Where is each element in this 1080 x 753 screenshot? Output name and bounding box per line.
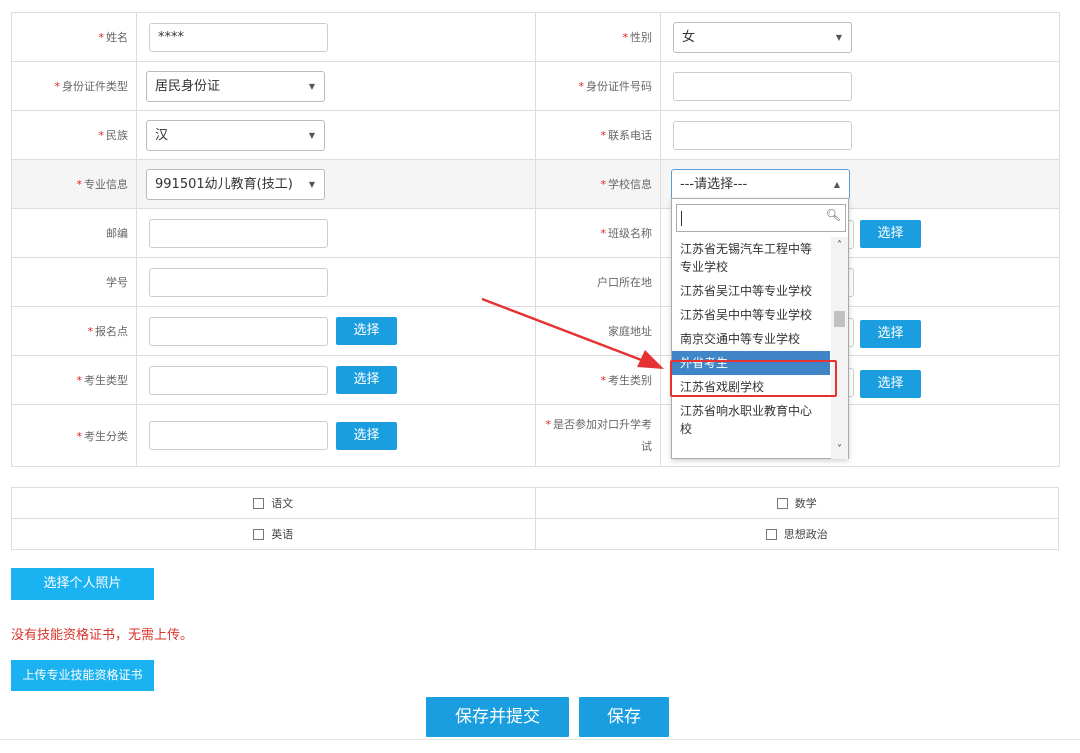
exam-type-select-button[interactable]: 选择 (336, 366, 397, 394)
subject-politics[interactable]: 思想政治 (534, 518, 1059, 550)
gender-select[interactable]: 女 ▼ (673, 21, 852, 53)
id-type-label: * 身份证件类型 (11, 61, 137, 111)
save-button[interactable]: 保存 (579, 697, 669, 737)
dropdown-scrollbar[interactable]: ˄ ˅ (831, 237, 848, 459)
major-select[interactable]: 991501幼儿教育(技工) ▼ (146, 168, 325, 200)
text-cursor (681, 211, 682, 226)
divider (0, 739, 1080, 740)
name-label: * 姓名 (11, 12, 137, 62)
search-icon: 🔍︎ (825, 208, 841, 222)
exam-type-label: * 考生类型 (11, 355, 137, 405)
postcode-input[interactable] (149, 218, 328, 248)
id-number-input[interactable] (673, 71, 852, 101)
school-option[interactable]: 江苏省吴江中等专业学校 (672, 279, 830, 303)
caret-down-icon: ▼ (308, 81, 315, 91)
checkbox-icon[interactable] (776, 498, 788, 509)
id-number-label: * 身份证件号码 (535, 61, 661, 111)
home-address-label: 家庭地址 (535, 306, 661, 356)
checkbox-icon[interactable] (253, 498, 265, 509)
caret-down-icon: ▼ (835, 32, 842, 42)
exam-category-label: * 考生类别 (535, 355, 661, 405)
school-options-list: 江苏省无锡汽车工程中等专业学校 江苏省吴江中等专业学校 江苏省吴中中等专业学校 … (672, 237, 830, 459)
hukou-label: 户口所在地 (535, 257, 661, 307)
select-photo-button[interactable]: 选择个人照片 (11, 568, 154, 600)
subjects-table: 语文 数学 英语 思想政治 (11, 487, 1059, 550)
signup-point-label: * 报名点 (11, 306, 137, 356)
exam-class-label: * 考生分类 (11, 404, 137, 467)
exam-class-input[interactable] (149, 421, 328, 450)
class-label: * 班级名称 (535, 208, 661, 258)
school-dropdown: 🔍︎ 江苏省无锡汽车工程中等专业学校 江苏省吴江中等专业学校 江苏省吴中中等专业… (671, 198, 849, 459)
signup-point-input[interactable] (149, 316, 328, 346)
school-select[interactable]: ---请选择--- ▲ (671, 168, 850, 200)
id-type-select[interactable]: 居民身份证 ▼ (146, 70, 325, 102)
exam-type-input[interactable] (149, 365, 328, 395)
school-option[interactable]: 江苏省无锡汽车工程中等专业学校 (672, 237, 830, 279)
exam-class-select-button[interactable]: 选择 (336, 421, 397, 450)
scrollbar-thumb[interactable] (834, 311, 845, 327)
checkbox-icon[interactable] (253, 529, 265, 540)
highlight-box (670, 360, 837, 397)
dui-kou-label: * 是否参加对口升学考试 (535, 404, 661, 467)
school-option[interactable]: 江苏省吴中中等专业学校 (672, 303, 830, 327)
gender-label: * 性别 (535, 12, 661, 62)
scroll-up-icon[interactable]: ˄ (831, 239, 848, 253)
checkbox-icon[interactable] (765, 529, 777, 540)
subject-chinese[interactable]: 语文 (11, 487, 536, 519)
subject-math[interactable]: 数学 (534, 487, 1059, 519)
ethnicity-label: * 民族 (11, 110, 137, 160)
school-label: * 学校信息 (535, 159, 661, 209)
student-no-label: 学号 (11, 257, 137, 307)
major-label: * 专业信息 (11, 159, 137, 209)
school-option[interactable]: 南京交通中等专业学校 (672, 327, 830, 351)
ethnicity-select[interactable]: 汉 ▼ (146, 119, 325, 151)
home-address-select-button[interactable]: 选择 (860, 320, 921, 348)
subject-english[interactable]: 英语 (11, 518, 536, 550)
caret-up-icon: ▲ (833, 179, 840, 189)
student-no-input[interactable] (149, 267, 328, 297)
caret-down-icon: ▼ (308, 130, 315, 140)
caret-down-icon: ▼ (308, 179, 315, 189)
save-and-submit-button[interactable]: 保存并提交 (426, 697, 569, 737)
school-search-input[interactable]: 🔍︎ (676, 204, 846, 232)
exam-category-select-button[interactable]: 选择 (860, 370, 921, 398)
phone-input[interactable] (673, 120, 852, 150)
school-option[interactable]: 江苏省响水职业教育中心校 (672, 399, 830, 441)
notice-text: 没有技能资格证书，无需上传。 (11, 628, 194, 643)
phone-label: * 联系电话 (535, 110, 661, 160)
upload-certificate-button[interactable]: 上传专业技能资格证书 (11, 660, 154, 691)
signup-point-select-button[interactable]: 选择 (336, 317, 397, 345)
class-select-button[interactable]: 选择 (860, 220, 921, 248)
postcode-label: 邮编 (11, 208, 137, 258)
scroll-down-icon[interactable]: ˅ (831, 443, 848, 457)
name-input[interactable]: **** (149, 22, 328, 52)
